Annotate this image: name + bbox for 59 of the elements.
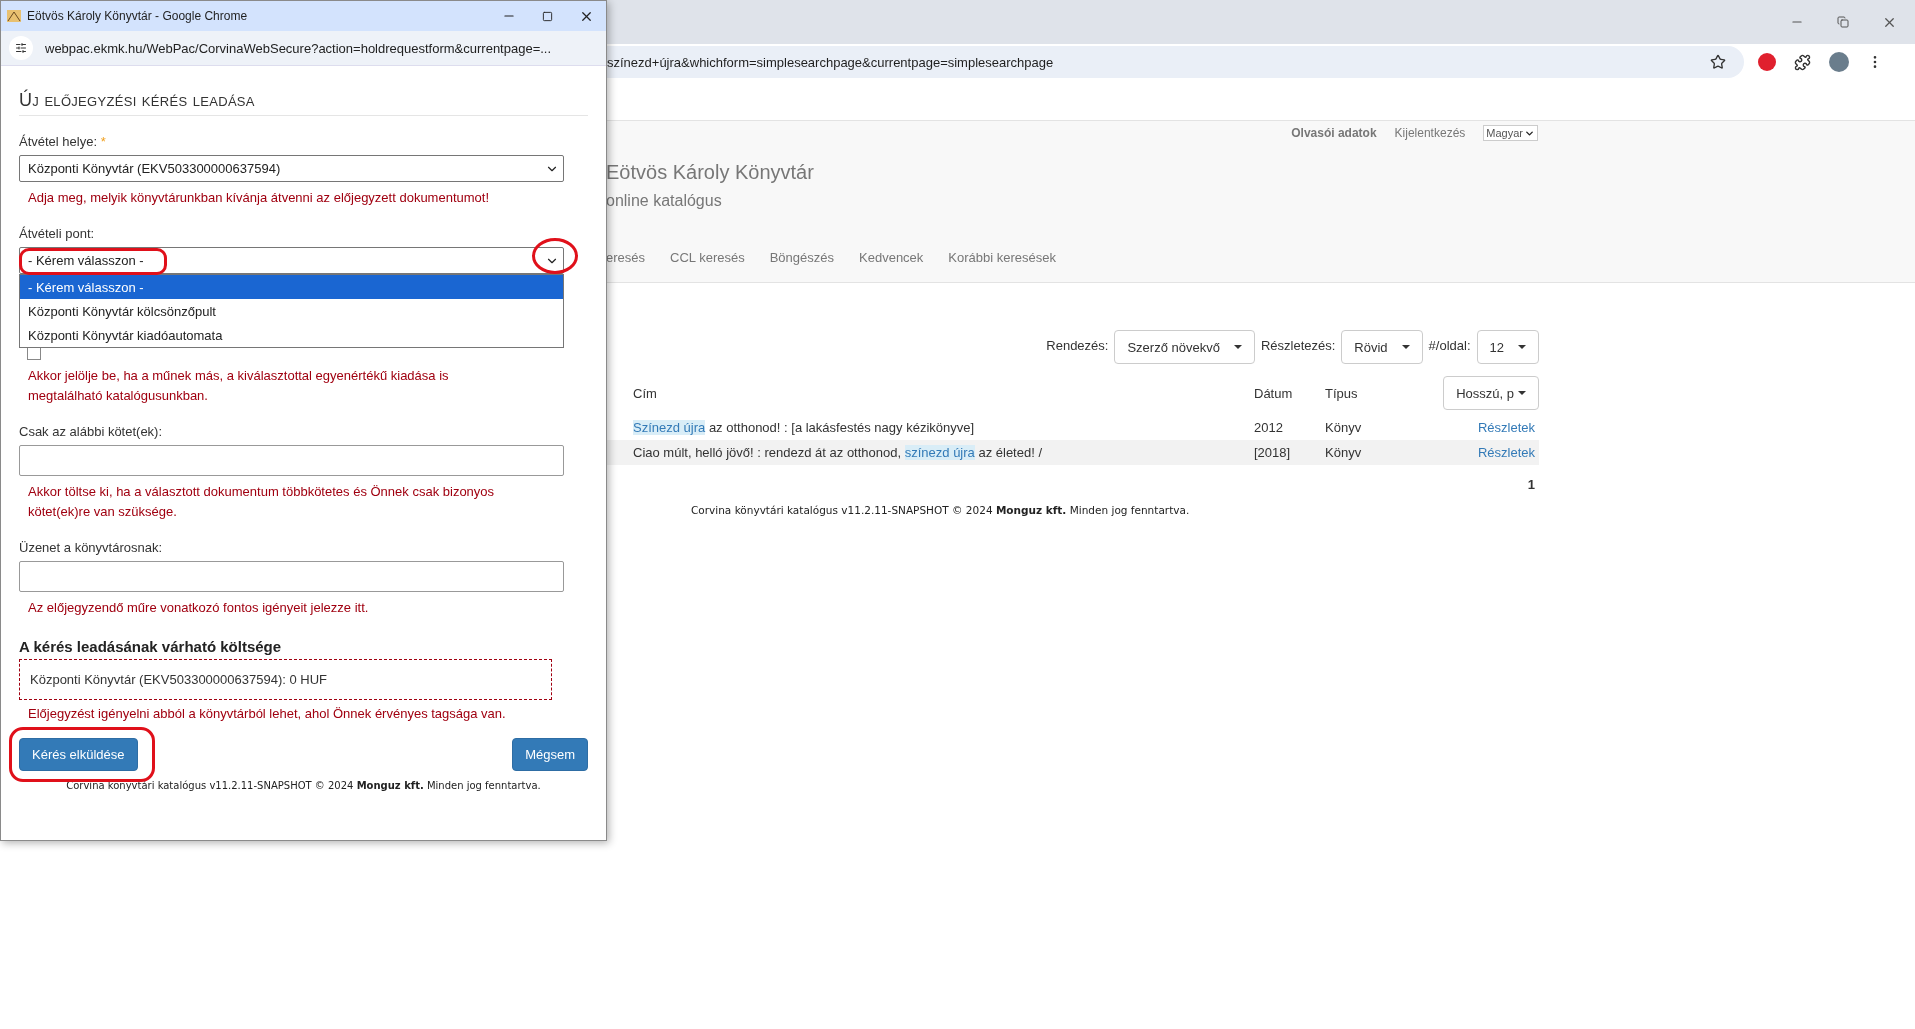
- help-text: Adja meg, melyik könyvtárunkban kívánja átvenni az előjegyzett dokumentumot!: [27, 189, 491, 207]
- title-cell-text: Ciao múlt, helló jövő! : rendezd át az otthonod, színezd újra az életed! /: [633, 445, 1044, 460]
- field-label: Átvétel helye: *: [19, 134, 107, 149]
- dropdown-field[interactable]: Központi Könyvtár (EKV503300000637594): [19, 155, 564, 182]
- required-mark: *: [100, 134, 106, 149]
- footer-text: Corvina könyvtári katalógus v11.2.11-SNAPSHOT © 2024 Monguz kft. Minden jog fenntartva.: [65, 780, 542, 791]
- type-cell-text: Könyv: [1325, 420, 1363, 435]
- nav-link[interactable]: eresés: [606, 250, 646, 265]
- adblock-icon[interactable]: [1758, 53, 1776, 71]
- column-header: Dátum: [1254, 385, 1294, 401]
- sort-label: #/oldal:: [1428, 338, 1471, 353]
- sort-dropdown[interactable]: Rövid: [1341, 330, 1423, 364]
- sort-label: Részletezés:: [1260, 338, 1336, 353]
- sort-dropdown[interactable]: 12: [1476, 330, 1539, 364]
- field-label: Csak az alábbi kötet(ek):: [19, 424, 164, 439]
- header-link[interactable]: Olvasói adatok: [1291, 126, 1377, 140]
- puzzle-icon[interactable]: [1794, 53, 1811, 71]
- input-field[interactable]: [19, 445, 564, 476]
- nav-link[interactable]: Böngészés: [769, 250, 834, 265]
- form-button[interactable]: Kérés elküldése: [19, 738, 138, 771]
- date-cell-text: 2012: [1254, 420, 1284, 435]
- library-name: Eötvös Károly Könyvtár: [606, 161, 815, 184]
- nav-link[interactable]: Korábbi keresések: [948, 250, 1056, 265]
- site-info-icon[interactable]: [9, 36, 33, 60]
- header-link[interactable]: Kijelentkezés: [1394, 126, 1466, 140]
- window-title: Eötvös Károly Könyvtár - Google Chrome: [27, 9, 249, 23]
- footer-text: Corvina könyvtári katalógus v11.2.11-SNAPSHOT © 2024 Monguz kft. Minden jog fenntartva.: [691, 504, 1191, 516]
- cost-entry: Központi Könyvtár (EKV503300000637594): 0 HUF: [19, 659, 552, 700]
- maximize-icon[interactable]: [542, 10, 553, 22]
- dropdown-option[interactable]: - Kérem válasszon -: [20, 275, 563, 299]
- book-logo-icon: [7, 9, 21, 23]
- dropdown-field[interactable]: - Kérem válasszon -: [19, 247, 564, 274]
- nav-link[interactable]: Kedvencek: [859, 250, 924, 265]
- column-header: Cím: [633, 385, 658, 401]
- details-link[interactable]: Részletek: [1477, 445, 1535, 460]
- column-header: Típus: [1325, 385, 1359, 401]
- cost-heading: A kérés leadásának várható költsége: [19, 638, 283, 655]
- nav-link[interactable]: CCL keresés: [670, 250, 745, 265]
- field-label: Átvételi pont:: [19, 226, 96, 241]
- form-button[interactable]: Mégsem: [512, 738, 588, 771]
- field-label: Üzenet a könyvtárosnak:: [19, 540, 164, 555]
- help-text: Előjegyzést igényelni abból a könyvtárból lehet, ahol Önnek érvényes tagsága van.: [27, 705, 507, 723]
- sort-dropdown[interactable]: Szerző növekvő: [1114, 330, 1255, 364]
- title-cell-text: Színezd újra az otthonod! : [a lakásfestés nagy kézikönyve]: [633, 420, 976, 435]
- view-dropdown[interactable]: Hosszú, p: [1443, 376, 1539, 410]
- catalog-name: online katalógus: [606, 192, 723, 210]
- help-text: Akkor jelölje be, ha a műnek más, a kiválasztottal egyenértékű kiadása is megtalálható katalógusunkban.: [27, 367, 450, 405]
- form-heading: Új előjegyzési kérés leadása: [19, 90, 588, 116]
- sort-label: Rendezés:: [1046, 338, 1109, 353]
- details-link[interactable]: Részletek: [1477, 420, 1535, 435]
- type-cell-text: Könyv: [1325, 445, 1363, 460]
- star-icon[interactable]: [1710, 54, 1726, 70]
- help-text: Az előjegyzendő műre vonatkozó fontos igényeit jelezze itt.: [27, 599, 370, 617]
- date-cell-text: [2018]: [1254, 445, 1292, 460]
- page-number[interactable]: 1: [1527, 477, 1535, 492]
- input-field[interactable]: [19, 561, 564, 592]
- help-text: Akkor töltse ki, ha a választott dokumentum többkötetes és Önnek csak bizonyos kötet(ek)re van szüksége.: [27, 483, 496, 521]
- avatar-icon[interactable]: [1829, 52, 1849, 72]
- language-select[interactable]: Magyar: [1483, 125, 1538, 141]
